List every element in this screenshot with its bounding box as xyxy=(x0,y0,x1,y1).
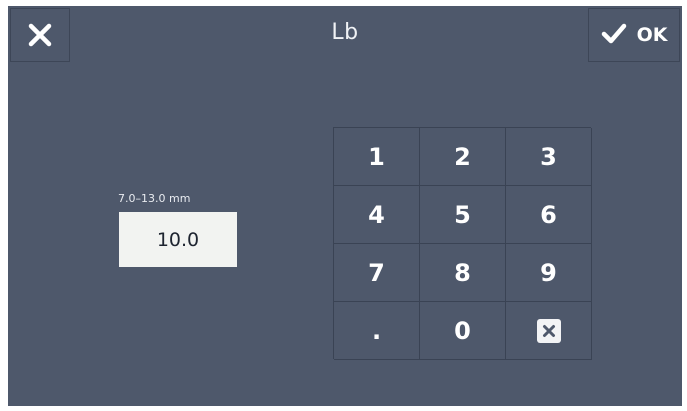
ok-button[interactable]: OK xyxy=(588,8,680,62)
header-bar: Lb OK xyxy=(8,6,682,64)
key-6[interactable]: 6 xyxy=(506,186,592,244)
ok-button-label: OK xyxy=(636,24,668,46)
numeric-keypad: 1 2 3 4 5 6 7 8 9 . 0 xyxy=(333,127,592,360)
numeric-entry-screen: Lb OK 7.0–13.0 mm 10.0 1 2 3 4 5 6 7 8 9… xyxy=(8,6,682,406)
range-label: 7.0–13.0 mm xyxy=(118,192,191,205)
key-decimal[interactable]: . xyxy=(334,302,420,360)
close-button[interactable] xyxy=(10,8,70,62)
backspace-button[interactable] xyxy=(506,302,592,360)
checkmark-icon xyxy=(601,22,627,48)
key-7[interactable]: 7 xyxy=(334,244,420,302)
key-0[interactable]: 0 xyxy=(420,302,506,360)
key-2[interactable]: 2 xyxy=(420,128,506,186)
key-8[interactable]: 8 xyxy=(420,244,506,302)
backspace-icon xyxy=(536,318,561,343)
key-9[interactable]: 9 xyxy=(506,244,592,302)
value-input-field[interactable]: 10.0 xyxy=(119,212,237,267)
key-3[interactable]: 3 xyxy=(506,128,592,186)
close-icon xyxy=(27,22,53,48)
key-5[interactable]: 5 xyxy=(420,186,506,244)
key-4[interactable]: 4 xyxy=(334,186,420,244)
key-1[interactable]: 1 xyxy=(334,128,420,186)
page-title: Lb xyxy=(331,20,359,45)
